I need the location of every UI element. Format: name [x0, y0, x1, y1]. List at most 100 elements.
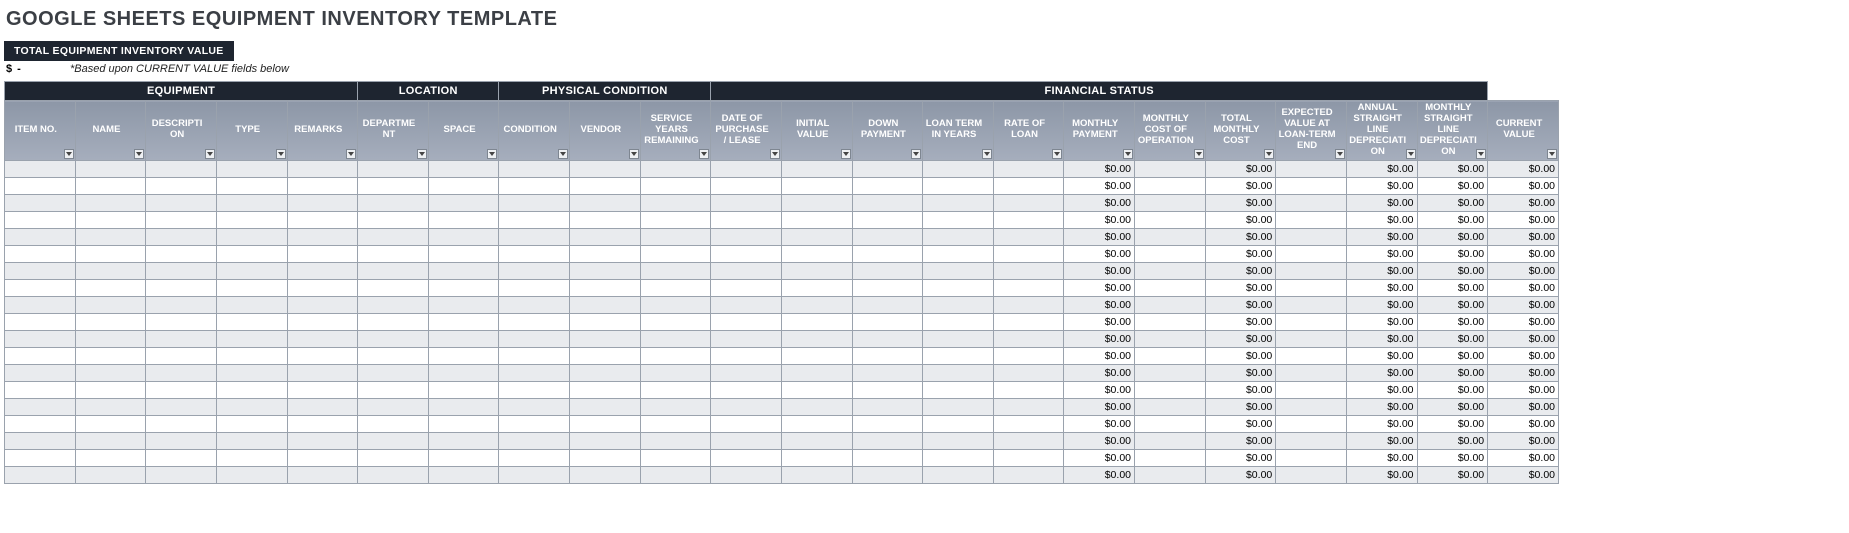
cell-vendor[interactable] [570, 194, 641, 211]
cell-department[interactable] [358, 228, 429, 245]
cell-remarks[interactable] [287, 347, 358, 364]
cell-loan_term[interactable] [923, 194, 994, 211]
cell-annual_dep[interactable]: $0.00 [1346, 262, 1417, 279]
cell-condition[interactable] [499, 160, 570, 177]
cell-down_payment[interactable] [852, 347, 923, 364]
cell-initial_value[interactable] [781, 415, 852, 432]
filter-dropdown-icon[interactable] [841, 149, 851, 159]
column-header-description[interactable]: DESCRIPTION [146, 101, 217, 161]
cell-monthly_dep[interactable]: $0.00 [1417, 296, 1488, 313]
filter-dropdown-icon[interactable] [276, 149, 286, 159]
cell-name[interactable] [75, 262, 146, 279]
cell-down_payment[interactable] [852, 432, 923, 449]
column-header-down_payment[interactable]: DOWN PAYMENT [852, 101, 923, 161]
cell-item_no[interactable] [5, 330, 76, 347]
cell-description[interactable] [146, 313, 217, 330]
cell-service_years[interactable] [640, 228, 711, 245]
cell-monthly_op_cost[interactable] [1135, 381, 1206, 398]
cell-annual_dep[interactable]: $0.00 [1346, 211, 1417, 228]
cell-monthly_dep[interactable]: $0.00 [1417, 364, 1488, 381]
cell-expected_end_value[interactable] [1276, 279, 1347, 296]
cell-space[interactable] [428, 415, 499, 432]
cell-vendor[interactable] [570, 449, 641, 466]
cell-vendor[interactable] [570, 347, 641, 364]
cell-space[interactable] [428, 296, 499, 313]
cell-name[interactable] [75, 466, 146, 483]
cell-description[interactable] [146, 228, 217, 245]
cell-item_no[interactable] [5, 245, 76, 262]
cell-description[interactable] [146, 330, 217, 347]
cell-vendor[interactable] [570, 279, 641, 296]
cell-remarks[interactable] [287, 279, 358, 296]
cell-rate[interactable] [993, 381, 1064, 398]
filter-dropdown-icon[interactable] [558, 149, 568, 159]
cell-name[interactable] [75, 432, 146, 449]
filter-dropdown-icon[interactable] [205, 149, 215, 159]
cell-name[interactable] [75, 330, 146, 347]
cell-monthly_op_cost[interactable] [1135, 228, 1206, 245]
cell-current_value[interactable]: $0.00 [1488, 296, 1559, 313]
cell-total_monthly_cost[interactable]: $0.00 [1205, 415, 1276, 432]
cell-service_years[interactable] [640, 211, 711, 228]
cell-monthly_payment[interactable]: $0.00 [1064, 245, 1135, 262]
cell-vendor[interactable] [570, 364, 641, 381]
cell-monthly_op_cost[interactable] [1135, 160, 1206, 177]
column-header-item_no[interactable]: ITEM NO. [5, 101, 76, 161]
cell-initial_value[interactable] [781, 262, 852, 279]
cell-annual_dep[interactable]: $0.00 [1346, 381, 1417, 398]
cell-item_no[interactable] [5, 347, 76, 364]
cell-monthly_payment[interactable]: $0.00 [1064, 211, 1135, 228]
cell-purchase_date[interactable] [711, 211, 782, 228]
cell-vendor[interactable] [570, 245, 641, 262]
cell-purchase_date[interactable] [711, 398, 782, 415]
cell-loan_term[interactable] [923, 245, 994, 262]
cell-monthly_dep[interactable]: $0.00 [1417, 262, 1488, 279]
cell-description[interactable] [146, 381, 217, 398]
cell-vendor[interactable] [570, 330, 641, 347]
cell-space[interactable] [428, 364, 499, 381]
cell-rate[interactable] [993, 160, 1064, 177]
cell-remarks[interactable] [287, 381, 358, 398]
cell-name[interactable] [75, 245, 146, 262]
cell-initial_value[interactable] [781, 381, 852, 398]
cell-condition[interactable] [499, 398, 570, 415]
cell-name[interactable] [75, 381, 146, 398]
cell-monthly_dep[interactable]: $0.00 [1417, 381, 1488, 398]
cell-vendor[interactable] [570, 432, 641, 449]
cell-monthly_payment[interactable]: $0.00 [1064, 381, 1135, 398]
cell-loan_term[interactable] [923, 279, 994, 296]
cell-description[interactable] [146, 449, 217, 466]
cell-monthly_payment[interactable]: $0.00 [1064, 228, 1135, 245]
cell-description[interactable] [146, 347, 217, 364]
cell-rate[interactable] [993, 466, 1064, 483]
cell-item_no[interactable] [5, 279, 76, 296]
cell-current_value[interactable]: $0.00 [1488, 381, 1559, 398]
column-header-service_years[interactable]: SERVICE YEARS REMAINING [640, 101, 711, 161]
cell-service_years[interactable] [640, 160, 711, 177]
cell-annual_dep[interactable]: $0.00 [1346, 432, 1417, 449]
cell-item_no[interactable] [5, 466, 76, 483]
cell-service_years[interactable] [640, 262, 711, 279]
cell-department[interactable] [358, 466, 429, 483]
cell-total_monthly_cost[interactable]: $0.00 [1205, 381, 1276, 398]
cell-purchase_date[interactable] [711, 228, 782, 245]
cell-current_value[interactable]: $0.00 [1488, 279, 1559, 296]
cell-service_years[interactable] [640, 466, 711, 483]
cell-service_years[interactable] [640, 177, 711, 194]
cell-name[interactable] [75, 211, 146, 228]
cell-total_monthly_cost[interactable]: $0.00 [1205, 364, 1276, 381]
cell-item_no[interactable] [5, 177, 76, 194]
cell-annual_dep[interactable]: $0.00 [1346, 449, 1417, 466]
cell-current_value[interactable]: $0.00 [1488, 347, 1559, 364]
cell-service_years[interactable] [640, 415, 711, 432]
cell-vendor[interactable] [570, 228, 641, 245]
column-header-monthly_payment[interactable]: MONTHLY PAYMENT [1064, 101, 1135, 161]
cell-type[interactable] [216, 177, 287, 194]
cell-description[interactable] [146, 415, 217, 432]
cell-vendor[interactable] [570, 381, 641, 398]
cell-initial_value[interactable] [781, 364, 852, 381]
cell-down_payment[interactable] [852, 228, 923, 245]
column-header-current_value[interactable]: CURRENT VALUE [1488, 101, 1559, 161]
cell-monthly_payment[interactable]: $0.00 [1064, 262, 1135, 279]
cell-remarks[interactable] [287, 160, 358, 177]
